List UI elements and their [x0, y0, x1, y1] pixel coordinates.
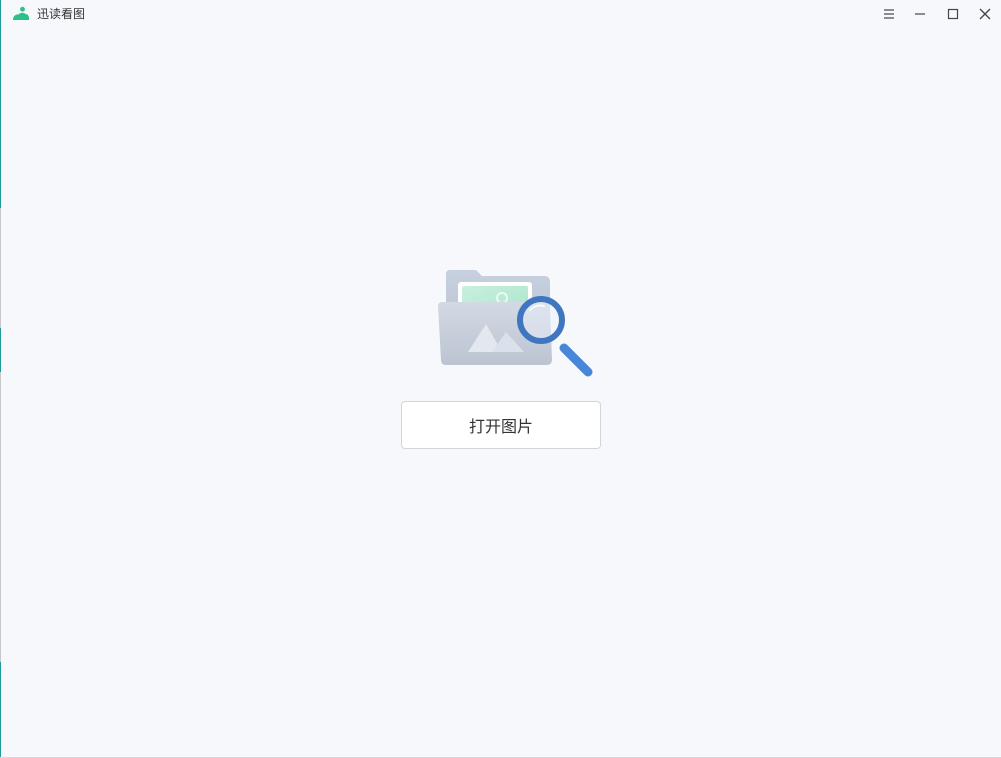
menu-button[interactable]	[878, 4, 900, 24]
open-image-button[interactable]: 打开图片	[401, 401, 601, 449]
border-segment	[0, 208, 1, 328]
border-segment	[0, 372, 1, 662]
minimize-icon	[914, 8, 926, 20]
window-left-border	[0, 0, 1, 758]
menu-icon	[883, 9, 895, 19]
close-button[interactable]	[974, 4, 996, 24]
minimize-button[interactable]	[909, 4, 931, 24]
app-title: 迅读看图	[37, 7, 86, 21]
close-icon	[979, 8, 991, 20]
title-bar: 迅读看图	[0, 0, 1001, 28]
app-logo-icon	[12, 6, 30, 22]
folder-image-magnifier-icon	[436, 266, 598, 382]
maximize-button[interactable]	[942, 4, 964, 24]
maximize-icon	[947, 8, 959, 20]
